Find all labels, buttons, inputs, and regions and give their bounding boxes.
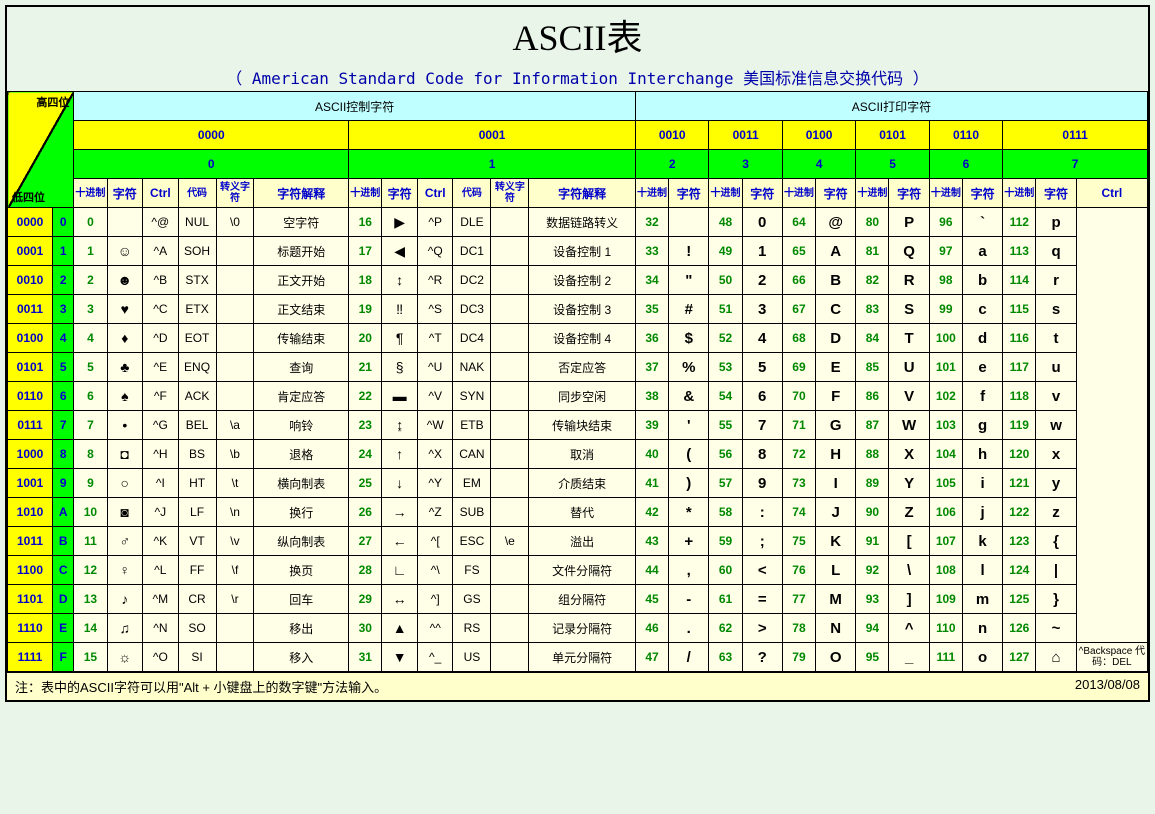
footer: 注：表中的ASCII字符可以用"Alt + 小键盘上的数字键"方法输入。 201… [7, 672, 1148, 700]
row-bin: 1100 [8, 556, 53, 585]
row-bin: 0001 [8, 237, 53, 266]
table-row: 100088◘^HBS\b退格24↑^XCAN取消40(56872H88X104… [8, 440, 1148, 469]
row-bin: 0000 [8, 208, 53, 237]
ascii-table: 高四位低四位 ASCII控制字符 ASCII打印字符 0000 0001 001… [7, 91, 1148, 672]
table-row: 000111☺^ASOH标题开始17◀^QDC1设备控制 133!49165A8… [8, 237, 1148, 266]
table-row: 1100C12♀^LFF\f换页28∟^\FS文件分隔符44,60<76L92\… [8, 556, 1148, 585]
table-row: 011177•^GBEL\a响铃23↨^WETB传输块结束39'55771G87… [8, 411, 1148, 440]
row-bin: 0011 [8, 295, 53, 324]
table-row: 001022☻^BSTX正文开始18↕^RDC2设备控制 234"50266B8… [8, 266, 1148, 295]
ascii-table-container: ASCII表 （ American Standard Code for Info… [5, 5, 1150, 702]
row-hex: F [53, 643, 74, 672]
row-bin: 1010 [8, 498, 53, 527]
table-row: 000000^@NUL\0空字符16▶^PDLE数据链路转义3248064@80… [8, 208, 1148, 237]
row-hex: 2 [53, 266, 74, 295]
row-bin: 1000 [8, 440, 53, 469]
row-hex: 5 [53, 353, 74, 382]
footer-date: 2013/08/08 [1075, 677, 1140, 696]
print-group-header: ASCII打印字符 [635, 92, 1147, 121]
row-hex: E [53, 614, 74, 643]
row-hex: A [53, 498, 74, 527]
table-row: 100199○^IHT\t横向制表25↓^YEM介质结束41)57973I89Y… [8, 469, 1148, 498]
ctrl-empty [1076, 208, 1147, 643]
column-header-row: 十进制字符Ctrl代码转义字符字符解释 十进制字符Ctrl代码转义字符字符解释 … [8, 179, 1148, 208]
row-bin: 1011 [8, 527, 53, 556]
row-bin: 0111 [8, 411, 53, 440]
table-row: 010155♣^EENQ查询21§^UNAK否定应答37%53569E85U10… [8, 353, 1148, 382]
row-hex: 0 [53, 208, 74, 237]
footer-note: 注：表中的ASCII字符可以用"Alt + 小键盘上的数字键"方法输入。 [15, 677, 387, 696]
row-bin: 1110 [8, 614, 53, 643]
row-hex: 3 [53, 295, 74, 324]
table-row: 1110E14♫^NSO移出30▲^^RS记录分隔符46.62>78N94^11… [8, 614, 1148, 643]
page-subtitle: （ American Standard Code for Information… [7, 63, 1148, 91]
table-row: 1101D13♪^MCR\r回车29↔^]GS组分隔符45-61=77M93]1… [8, 585, 1148, 614]
row-hex: B [53, 527, 74, 556]
row-bin: 0010 [8, 266, 53, 295]
row-hex: D [53, 585, 74, 614]
del-note: ^Backspace 代码：DEL [1076, 643, 1147, 672]
row-hex: 9 [53, 469, 74, 498]
row-bin: 1111 [8, 643, 53, 672]
binary-header-row: 0000 0001 0010 0011 0100 0101 0110 0111 [8, 121, 1148, 150]
table-row: 1011B11♂^KVT\v纵向制表27←^[ESC\e溢出43+59;75K9… [8, 527, 1148, 556]
row-bin: 1001 [8, 469, 53, 498]
table-row: 011066♠^FACK肯定应答22▬^VSYN同步空闲38&54670F86V… [8, 382, 1148, 411]
row-bin: 0100 [8, 324, 53, 353]
row-hex: 7 [53, 411, 74, 440]
ctrl-group-header: ASCII控制字符 [74, 92, 636, 121]
row-bin: 0101 [8, 353, 53, 382]
row-bin: 0110 [8, 382, 53, 411]
corner-cell: 高四位低四位 [8, 92, 74, 208]
page-title: ASCII表 [7, 7, 1148, 63]
table-row: 010044♦^DEOT传输结束20¶^TDC4设备控制 436$52468D8… [8, 324, 1148, 353]
hex-header-row: 0 1 2 3 4 5 6 7 [8, 150, 1148, 179]
row-hex: 4 [53, 324, 74, 353]
row-hex: 6 [53, 382, 74, 411]
row-hex: C [53, 556, 74, 585]
row-hex: 1 [53, 237, 74, 266]
row-hex: 8 [53, 440, 74, 469]
table-row: 1111F15☼^OSI移入31▼^_US单元分隔符47/63?79O95_11… [8, 643, 1148, 672]
row-bin: 1101 [8, 585, 53, 614]
table-row: 001133♥^CETX正文结束19‼^SDC3设备控制 335#51367C8… [8, 295, 1148, 324]
table-row: 1010A10◙^JLF\n换行26→^ZSUB替代42*58:74J90Z10… [8, 498, 1148, 527]
